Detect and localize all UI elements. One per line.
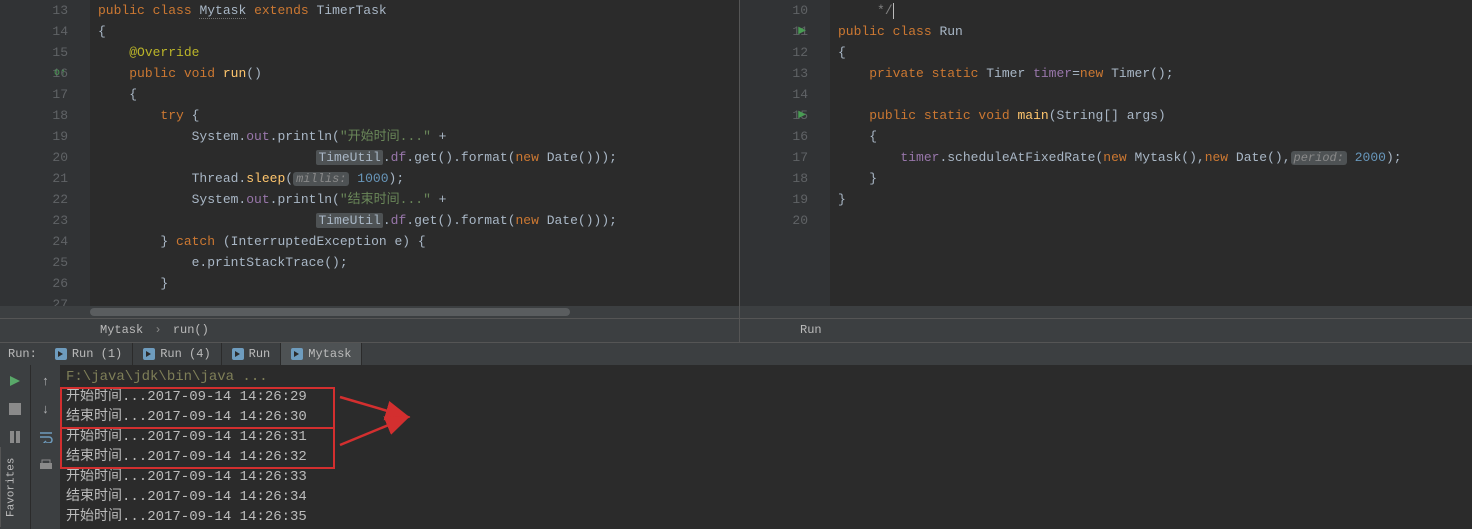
console-line: 开始时间...2017-09-14 14:26:31 [66, 427, 1466, 447]
run-tab-label: Run (4) [160, 347, 210, 361]
code-line[interactable]: { [98, 21, 739, 42]
pause-button[interactable] [5, 427, 25, 447]
run-config-icon [291, 348, 303, 360]
run-tab[interactable]: Run [222, 343, 282, 365]
code-line[interactable]: @Override [98, 42, 739, 63]
code-line[interactable]: } [98, 273, 739, 294]
code-line[interactable]: e.printStackTrace(); [98, 252, 739, 273]
run-tab-label: Mytask [308, 347, 351, 361]
hscrollbar-left[interactable] [0, 306, 739, 318]
run-tab[interactable]: Run (4) [133, 343, 221, 365]
override-icon[interactable]: o↑ [54, 63, 66, 84]
gutter-left: 13141516o↑1718192021222324252627 [0, 0, 90, 306]
up-arrow-icon[interactable]: ↑ [36, 371, 56, 391]
console-line: 开始时间...2017-09-14 14:26:35 [66, 507, 1466, 527]
code-line[interactable]: TimeUtil.df.get().format(new Date())); [98, 147, 739, 168]
editor-left: 13141516o↑1718192021222324252627 public … [0, 0, 740, 342]
breadcrumb-left[interactable]: Mytask › run() [0, 318, 739, 342]
console-line: 开始时间...2017-09-14 14:26:29 [66, 387, 1466, 407]
code-line[interactable]: private static Timer timer=new Timer(); [838, 63, 1472, 84]
rerun-button[interactable] [5, 371, 25, 391]
editor-right: 1011▶12131415▶1617181920 */public class … [740, 0, 1472, 342]
code-line[interactable] [838, 84, 1472, 105]
console-line: 结束时间...2017-09-14 14:26:32 [66, 447, 1466, 467]
hscrollbar-right[interactable] [740, 306, 1472, 318]
stop-button[interactable] [5, 399, 25, 419]
run-tab-label: Run [249, 347, 271, 361]
code-line[interactable]: */ [838, 0, 1472, 21]
code-line[interactable]: TimeUtil.df.get().format(new Date())); [98, 210, 739, 231]
down-arrow-icon[interactable]: ↓ [36, 399, 56, 419]
chevron-right-icon: › [154, 323, 161, 337]
code-line[interactable]: System.out.println("开始时间..." + [98, 126, 739, 147]
run-tab[interactable]: Run (1) [45, 343, 133, 365]
breadcrumb-right[interactable]: Run [740, 318, 1472, 342]
console-line: 结束时间...2017-09-14 14:26:30 [66, 407, 1466, 427]
breadcrumb-method[interactable]: run() [173, 323, 209, 337]
code-line[interactable]: } [838, 168, 1472, 189]
code-area-left[interactable]: 13141516o↑1718192021222324252627 public … [0, 0, 739, 306]
code-line[interactable]: System.out.println("结束时间..." + [98, 189, 739, 210]
console-line: 开始时间...2017-09-14 14:26:33 [66, 467, 1466, 487]
run-tab-label: Run (1) [72, 347, 122, 361]
code-line[interactable] [98, 294, 739, 306]
code-line[interactable]: { [838, 126, 1472, 147]
run-side-toolbar: ↑ ↓ [30, 365, 60, 529]
run-tab[interactable]: Mytask [281, 343, 362, 365]
run-config-icon [232, 348, 244, 360]
console-output[interactable]: F:\java\jdk\bin\java ...开始时间...2017-09-1… [60, 365, 1472, 529]
print-icon[interactable] [36, 455, 56, 475]
run-header: Run: Run (1) Run (4) Run Mytask [0, 343, 1472, 365]
code-line[interactable]: public static void main(String[] args) [838, 105, 1472, 126]
code-line[interactable]: { [838, 42, 1472, 63]
run-tabs: Run (1) Run (4) Run Mytask [45, 343, 363, 365]
code-left[interactable]: public class Mytask extends TimerTask{ @… [90, 0, 739, 306]
wrap-icon[interactable] [36, 427, 56, 447]
code-line[interactable]: public void run() [98, 63, 739, 84]
favorites-sidebar-tab[interactable]: Favorites [0, 447, 22, 527]
run-gutter-icon[interactable]: ▶ [798, 105, 806, 126]
run-toolwindow: Run: Run (1) Run (4) Run Mytask ↑ ↓ F:\java… [0, 342, 1472, 527]
code-line[interactable]: public class Mytask extends TimerTask [98, 0, 739, 21]
run-config-icon [143, 348, 155, 360]
breadcrumb-class[interactable]: Run [800, 323, 822, 337]
console-line: F:\java\jdk\bin\java ... [66, 367, 1466, 387]
breadcrumb-class[interactable]: Mytask [100, 323, 143, 337]
code-line[interactable]: } [838, 189, 1472, 210]
code-right[interactable]: */public class Run{ private static Timer… [830, 0, 1472, 306]
code-line[interactable]: { [98, 84, 739, 105]
gutter-right: 1011▶12131415▶1617181920 [740, 0, 830, 306]
code-line[interactable]: public class Run [838, 21, 1472, 42]
console-line: 结束时间...2017-09-14 14:26:34 [66, 487, 1466, 507]
run-gutter-icon[interactable]: ▶ [798, 21, 806, 42]
run-label: Run: [0, 347, 45, 361]
code-line[interactable]: Thread.sleep(millis: 1000); [98, 168, 739, 189]
code-line[interactable] [838, 210, 1472, 231]
code-line[interactable]: try { [98, 105, 739, 126]
run-config-icon [55, 348, 67, 360]
code-line[interactable]: } catch (InterruptedException e) { [98, 231, 739, 252]
code-area-right[interactable]: 1011▶12131415▶1617181920 */public class … [740, 0, 1472, 306]
code-line[interactable]: timer.scheduleAtFixedRate(new Mytask(),n… [838, 147, 1472, 168]
